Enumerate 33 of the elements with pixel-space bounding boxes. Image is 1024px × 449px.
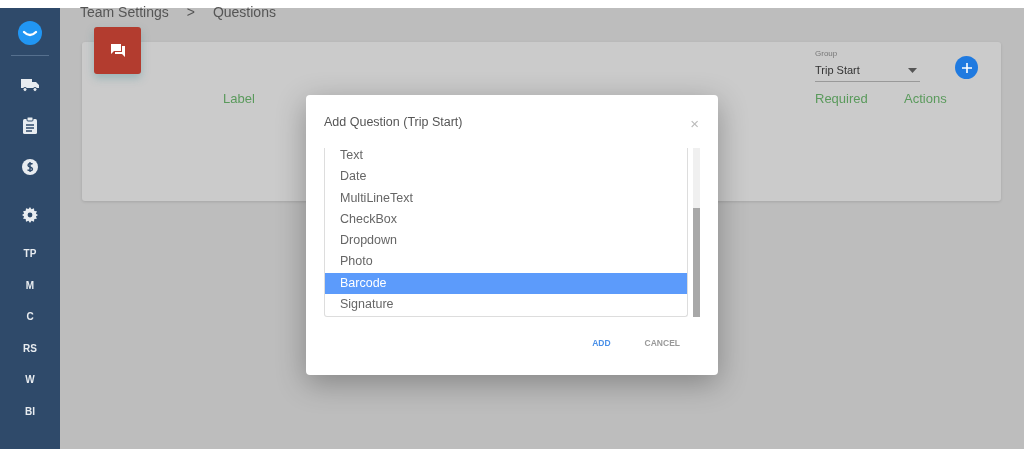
list-option[interactable]: MultiLineText bbox=[325, 187, 687, 209]
breadcrumb-link[interactable]: Team Settings bbox=[80, 2, 169, 22]
group-select[interactable]: Group Trip Start bbox=[815, 49, 920, 82]
logo-icon bbox=[18, 21, 42, 45]
nav-item[interactable]: TP bbox=[23, 248, 37, 260]
nav-item[interactable]: M bbox=[25, 279, 35, 292]
list-option[interactable]: Photo bbox=[325, 251, 687, 273]
breadcrumb-current: Questions bbox=[212, 3, 276, 22]
list-option[interactable]: Dropdown bbox=[325, 230, 687, 252]
plus-icon bbox=[961, 62, 972, 73]
caret-icon bbox=[908, 67, 917, 73]
column-header: Actions bbox=[904, 91, 947, 106]
scrollbar-thumb[interactable] bbox=[693, 208, 700, 317]
truck-icon[interactable] bbox=[20, 78, 40, 92]
column-header: Label bbox=[223, 91, 256, 106]
breadcrumb-separator: > bbox=[186, 3, 195, 22]
clipboard-icon[interactable] bbox=[20, 117, 40, 134]
nav-item[interactable]: BI bbox=[25, 405, 35, 418]
nav-item[interactable]: C bbox=[26, 311, 34, 323]
list-option[interactable]: Signature bbox=[325, 294, 687, 316]
settings-icon[interactable] bbox=[20, 207, 40, 223]
column-header: Required bbox=[815, 91, 869, 106]
question-type-list[interactable]: Text Date MultiLineText CheckBox Dropdown Photo Barcode Signature bbox=[324, 148, 688, 317]
add-button[interactable]: ADD bbox=[586, 336, 617, 350]
list-option[interactable]: CheckBox bbox=[325, 208, 687, 231]
add-button[interactable] bbox=[955, 56, 978, 79]
list-option[interactable]: Text bbox=[325, 148, 687, 167]
chat-icon bbox=[110, 44, 125, 57]
dialog-title: Add Question (Trip Start) bbox=[324, 114, 463, 129]
nav-item[interactable]: W bbox=[25, 374, 35, 386]
dollar-icon[interactable] bbox=[20, 159, 40, 175]
nav-item[interactable]: RS bbox=[23, 342, 37, 355]
list-option[interactable]: Date bbox=[325, 166, 687, 188]
